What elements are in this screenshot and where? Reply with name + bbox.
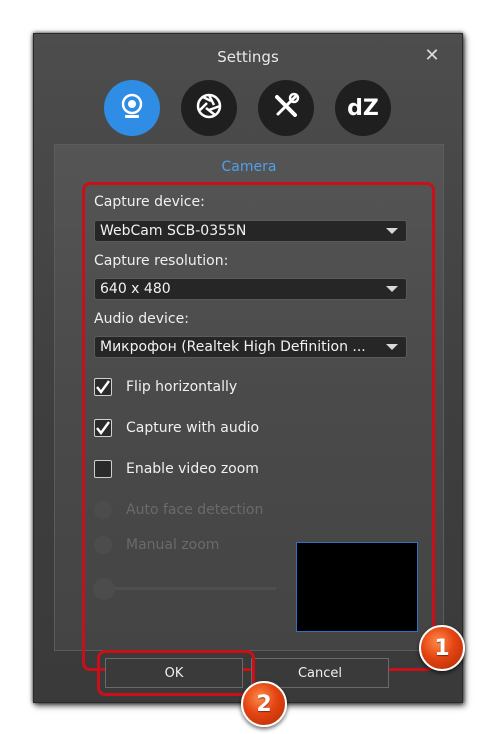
checkbox-label: Capture with audio [126, 420, 260, 436]
capture-device-value: WebCam SCB-0355N [100, 223, 247, 239]
audio-device-select[interactable]: Микрофон (Realtek High Definition ... [94, 336, 407, 358]
tab-about[interactable]: dZ [335, 80, 391, 136]
webcam-icon [117, 91, 147, 125]
checkbox-box[interactable] [94, 378, 112, 396]
zoom-slider-thumb[interactable] [93, 578, 115, 600]
window-title: Settings [217, 48, 279, 66]
step-badge-2: 2 [241, 681, 287, 727]
capture-resolution-label: Capture resolution: [94, 253, 229, 269]
ok-button[interactable]: OK [105, 658, 243, 688]
zoom-slider-track[interactable] [94, 587, 276, 590]
manual-zoom-radio[interactable]: Manual zoom [94, 535, 219, 555]
checkbox-box[interactable] [94, 460, 112, 478]
radio-label: Auto face detection [126, 502, 264, 518]
tab-camera[interactable] [104, 80, 160, 136]
enable-video-zoom-checkbox[interactable]: Enable video zoom [94, 458, 259, 480]
tab-tools[interactable] [258, 80, 314, 136]
dz-logo: dZ [347, 95, 379, 121]
radio-button[interactable] [94, 536, 112, 554]
radio-label: Manual zoom [126, 537, 220, 553]
aperture-icon [194, 91, 224, 125]
auto-face-detection-radio[interactable]: Auto face detection [94, 500, 263, 520]
checkmark-icon [96, 380, 110, 394]
audio-device-label: Audio device: [94, 311, 189, 327]
capture-device-select[interactable]: WebCam SCB-0355N [94, 220, 407, 242]
capture-resolution-value: 640 x 480 [100, 281, 171, 297]
checkbox-label: Flip horizontally [126, 379, 238, 395]
audio-device-value: Микрофон (Realtek High Definition ... [100, 339, 366, 355]
checkmark-icon [96, 421, 110, 435]
checkbox-label: Enable video zoom [126, 461, 259, 477]
chevron-down-icon [386, 286, 398, 292]
capture-resolution-select[interactable]: 640 x 480 [94, 278, 407, 300]
tools-icon [271, 91, 301, 125]
capture-with-audio-checkbox[interactable]: Capture with audio [94, 417, 259, 439]
tab-photo[interactable] [181, 80, 237, 136]
chevron-down-icon [386, 344, 398, 350]
settings-window: Settings ✕ dZ Camera Capture device: Web… [33, 33, 463, 703]
capture-device-label: Capture device: [94, 194, 205, 210]
chevron-down-icon [386, 228, 398, 234]
close-icon[interactable]: ✕ [424, 47, 440, 65]
checkbox-box[interactable] [94, 419, 112, 437]
panel-title: Camera [221, 159, 277, 175]
camera-settings-panel: Camera Capture device: WebCam SCB-0355N … [54, 144, 444, 651]
flip-horizontally-checkbox[interactable]: Flip horizontally [94, 376, 237, 398]
video-preview [296, 542, 418, 632]
radio-button[interactable] [94, 501, 112, 519]
step-badge-1: 1 [419, 625, 465, 671]
